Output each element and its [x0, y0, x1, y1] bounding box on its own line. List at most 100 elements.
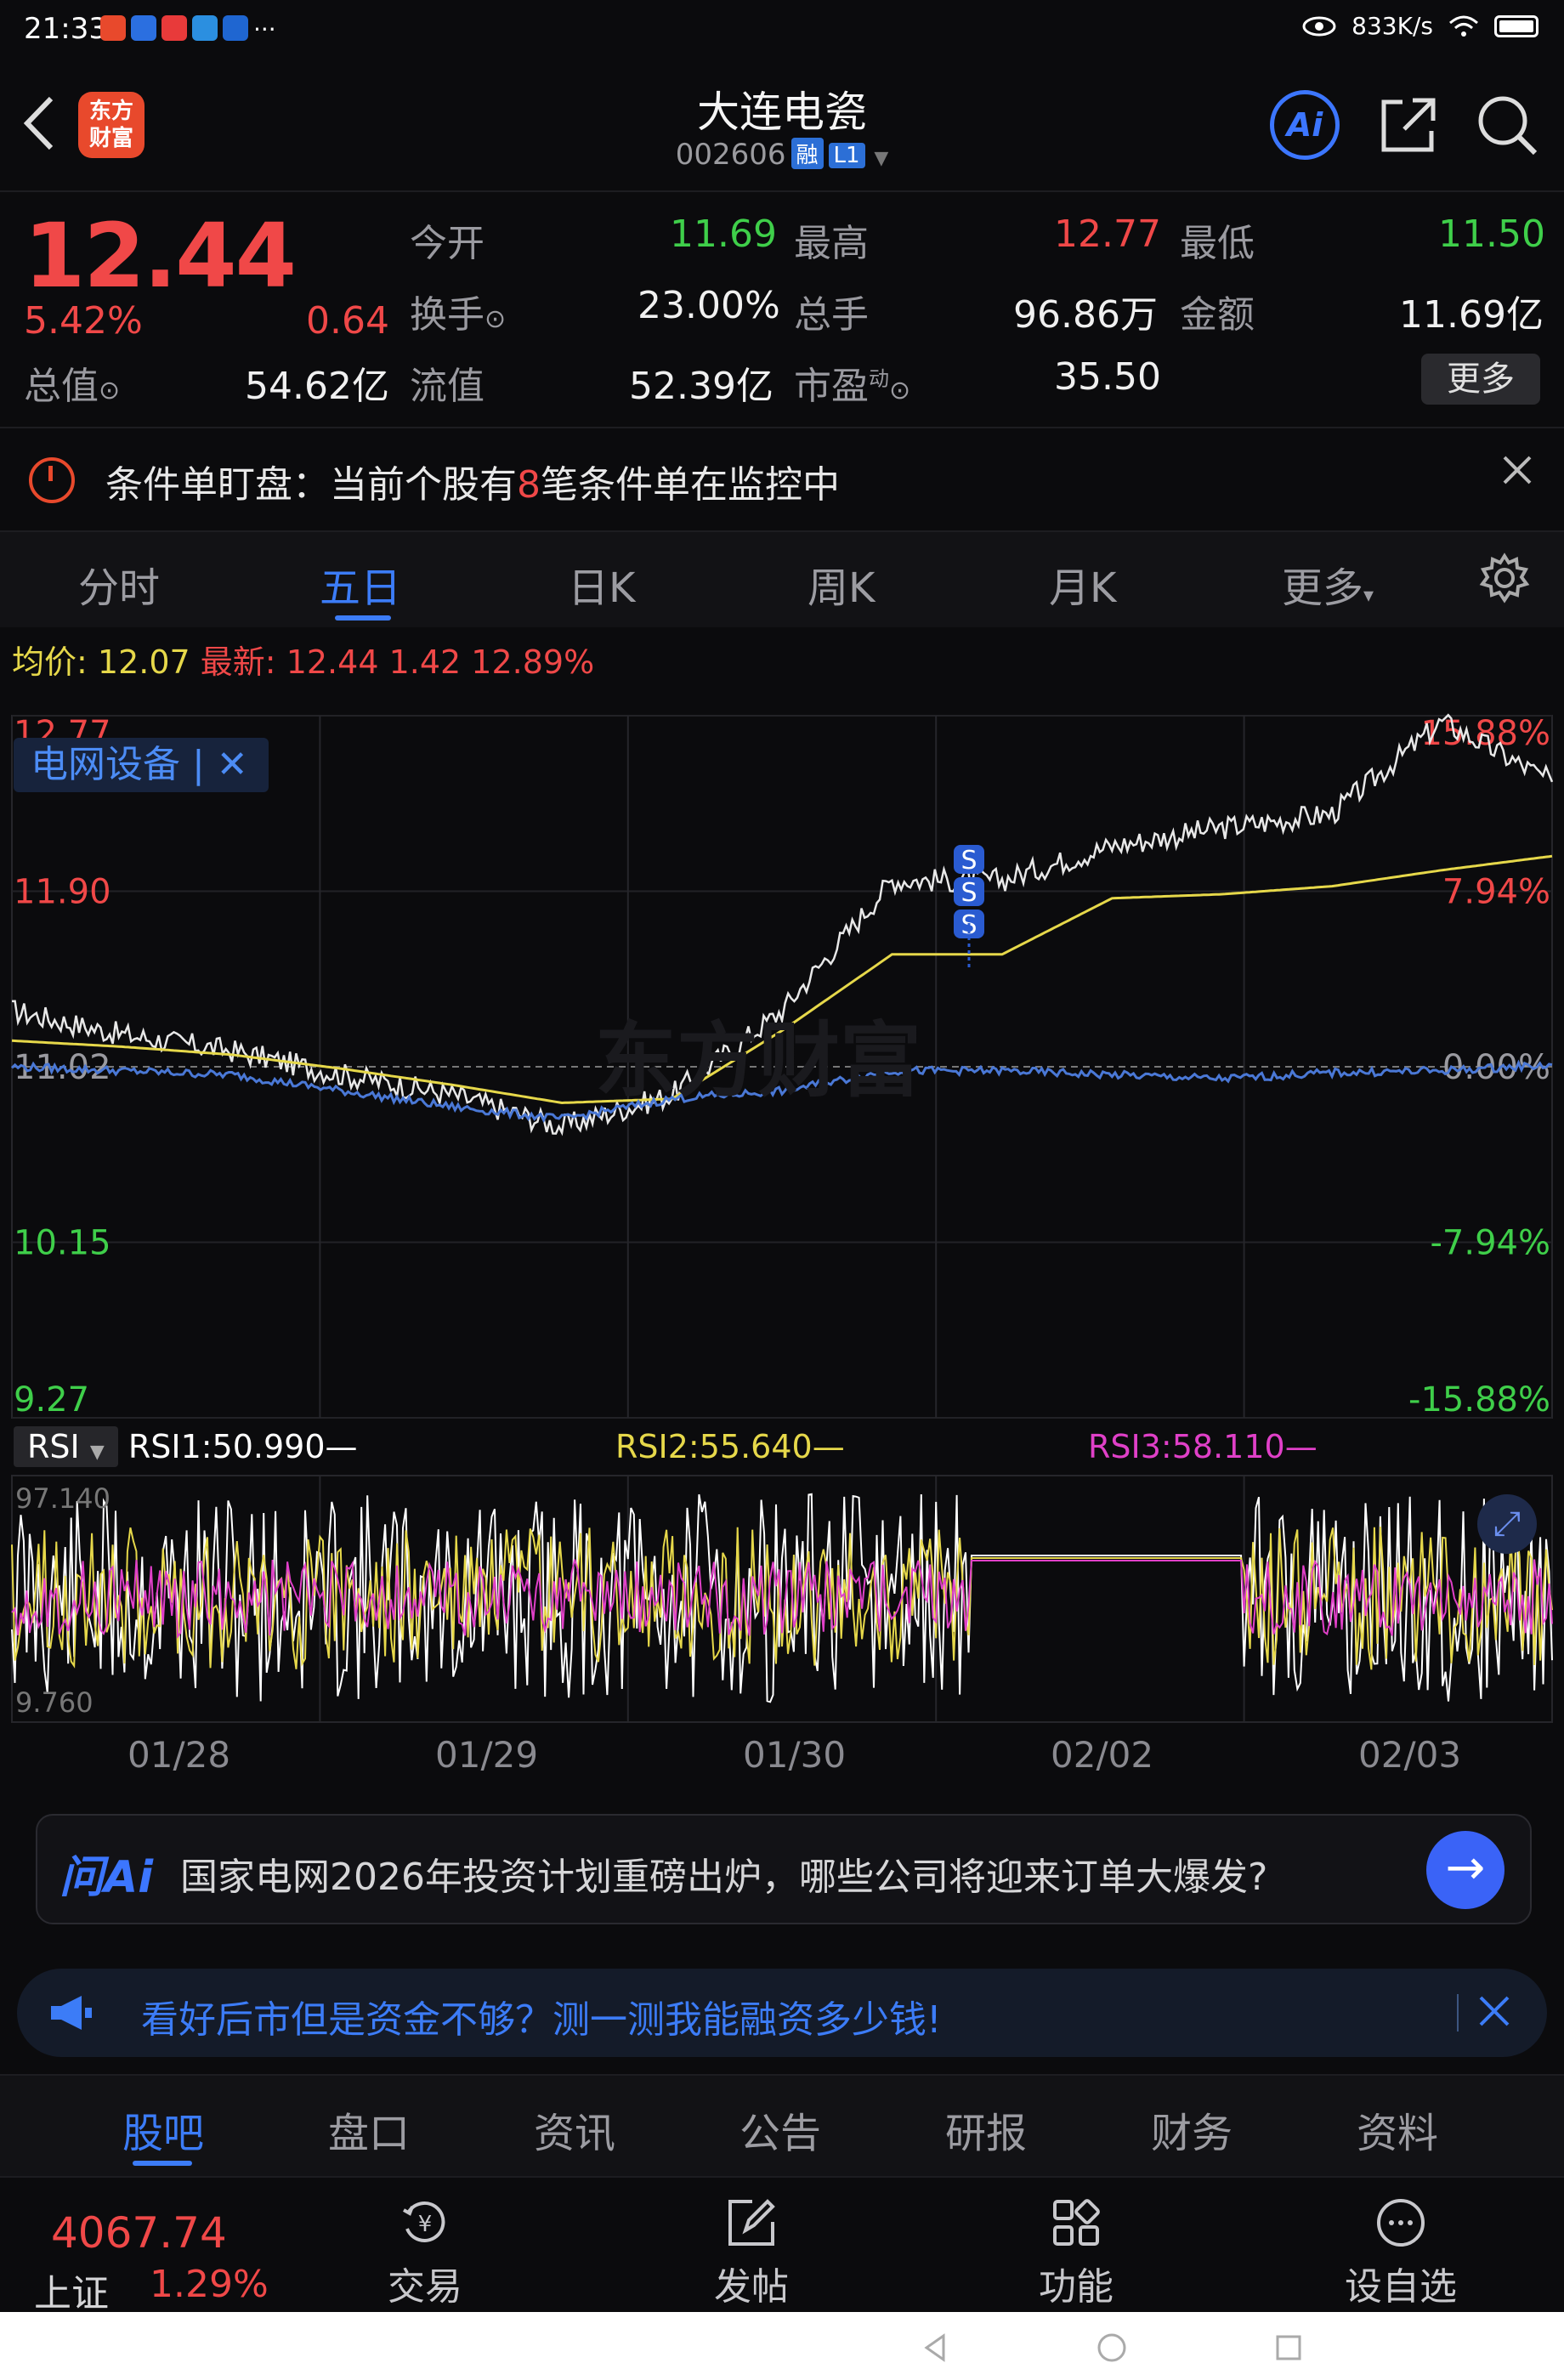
alert-text-before: 条件单盯盘：当前个股有 — [105, 463, 517, 507]
bottom-nav: 4067.74 上证 1.29% ¥ 交易 发帖 功能 设自选 — [0, 2176, 1564, 2315]
latest-value: 12.44 — [286, 643, 379, 681]
index-ticker[interactable]: 4067.74 上证 1.29% — [0, 2178, 269, 2315]
nav-add-watchlist[interactable]: 设自选 — [1316, 2195, 1486, 2310]
search-button[interactable] — [1472, 90, 1542, 160]
condition-order-banner[interactable]: 条件单盯盘：当前个股有8笔条件单在监控中 — [0, 428, 1564, 532]
pe-label[interactable]: 市盈动⊙ — [794, 355, 910, 410]
tab-monthly-k[interactable]: 月K — [1049, 554, 1116, 614]
float-value: 52.39亿 — [629, 365, 774, 408]
y-tick-label-right: 7.94% — [1442, 873, 1550, 912]
active-tab-indicator — [133, 2161, 192, 2166]
low-value: 11.50 — [1438, 212, 1545, 256]
chart-summary: 均价: 12.07 最新: 12.44 1.42 12.89% — [12, 636, 594, 683]
total-value-label[interactable]: 总值⊙ — [24, 355, 120, 410]
low-label: 最低 — [1180, 222, 1255, 265]
y-tick-label: 11.90 — [14, 873, 111, 912]
sector-tag[interactable]: 电网设备 | ✕ — [14, 738, 269, 792]
grid-icon — [1053, 2199, 1100, 2246]
turnover-label[interactable]: 换手⊙ — [410, 284, 506, 338]
latest-pct: 12.89% — [471, 643, 595, 681]
tab-financials[interactable]: 财务 — [1151, 2100, 1232, 2159]
rsi-min-label: 9.760 — [15, 1686, 94, 1719]
nav-features-label: 功能 — [1039, 2265, 1114, 2309]
fullscreen-button[interactable]: ⤢ — [1477, 1494, 1537, 1554]
ask-ai-card[interactable]: 问Ai 国家电网2026年投资计划重磅出炉，哪些公司将迎来订单大爆发? → — [36, 1814, 1532, 1924]
edit-icon — [728, 2199, 775, 2246]
tab-profile[interactable]: 资料 — [1357, 2100, 1438, 2159]
share-icon — [1381, 98, 1436, 152]
rsi1-text: RSI1:50.990 — [128, 1428, 326, 1465]
tab-orderbook[interactable]: 盘口 — [328, 2100, 410, 2159]
home-circle-icon[interactable] — [1095, 2331, 1129, 2365]
status-right: 833K/s — [1302, 12, 1538, 40]
chart-tabs: 分时 五日 日K 周K 月K 更多▾ — [0, 532, 1564, 627]
tab-five-day[interactable]: 五日 — [320, 554, 401, 614]
pe-superscript: 动 — [869, 366, 889, 391]
more-quote-button[interactable]: 更多 — [1421, 354, 1540, 405]
info-icon: ⊙ — [99, 376, 121, 405]
tab-more[interactable]: 更多▾ — [1282, 554, 1374, 614]
avg-value: 12.07 — [97, 643, 190, 681]
index-value: 4067.74 — [51, 2208, 227, 2258]
clock: 21:33 — [24, 12, 107, 46]
close-alert-button[interactable] — [1499, 450, 1535, 498]
turnover-value: 23.00% — [638, 284, 780, 327]
financing-promo-banner[interactable]: 看好后市但是资金不够？测一测我能融资多少钱! — [17, 1969, 1547, 2057]
high-value: 12.77 — [1054, 212, 1161, 256]
amount-label: 金额 — [1180, 293, 1255, 337]
tab-weekly-k[interactable]: 周K — [808, 554, 875, 614]
rsi-selector-label: RSI — [27, 1428, 80, 1465]
tab-news[interactable]: 资讯 — [534, 2100, 615, 2159]
rsi-chart-area — [11, 1475, 1553, 1723]
app-notification-icon — [192, 15, 218, 41]
nav-trade[interactable]: ¥ 交易 — [340, 2195, 510, 2310]
tab-announcements[interactable]: 公告 — [740, 2100, 821, 2159]
status-bar: 21:33 ··· 833K/s — [0, 0, 1564, 60]
tab-forum[interactable]: 股吧 — [122, 2100, 204, 2159]
five-day-chart[interactable]: 均价: 12.07 最新: 12.44 1.42 12.89% 12.77 15.… — [0, 629, 1564, 1785]
back-triangle-icon[interactable] — [918, 2331, 952, 2365]
active-tab-indicator — [335, 615, 391, 620]
tab-intraday[interactable]: 分时 — [78, 554, 160, 614]
close-icon — [1503, 456, 1532, 484]
quote-panel: 12.44 5.42% 0.64 今开 11.69 最高 12.77 最低 11… — [0, 192, 1564, 428]
avg-label: 均价: — [12, 643, 88, 681]
alert-text-after: 笔条件单在监控中 — [541, 463, 840, 507]
info-icon: ⊙ — [889, 376, 911, 405]
margin-badge: 融 — [790, 138, 824, 169]
svg-text:¥: ¥ — [418, 2212, 433, 2237]
turnover-label-text: 换手 — [410, 293, 484, 337]
volume-value: 96.86万 — [1013, 293, 1158, 337]
close-promo-button[interactable] — [1476, 1992, 1513, 2033]
nav-post[interactable]: 发帖 — [666, 2195, 836, 2310]
arrow-right-icon: → — [1445, 1840, 1486, 1896]
change-percent: 5.42% — [24, 299, 143, 343]
open-value: 11.69 — [670, 212, 777, 256]
rsi-selector[interactable]: RSI ▼ — [14, 1426, 118, 1467]
add-watchlist-icon — [1377, 2199, 1425, 2247]
share-button[interactable] — [1374, 90, 1443, 160]
ask-ai-question: 国家电网2026年投资计划重磅出炉，哪些公司将迎来订单大爆发? — [180, 1856, 1268, 1899]
nav-features[interactable]: 功能 — [991, 2195, 1161, 2310]
recents-square-icon[interactable] — [1272, 2331, 1306, 2365]
index-change-pct: 1.29% — [150, 2263, 269, 2306]
ask-ai-go-button[interactable]: → — [1426, 1831, 1504, 1909]
total-value-label-text: 总值 — [24, 365, 99, 408]
close-icon[interactable]: ✕ — [217, 743, 248, 786]
ai-button[interactable]: Ai — [1270, 90, 1340, 160]
network-speed: 833K/s — [1352, 12, 1433, 40]
latest-change: 1.42 — [388, 643, 462, 681]
gear-icon — [1479, 552, 1530, 604]
app-notification-icon — [223, 15, 248, 41]
level-badge: L1 — [828, 143, 865, 168]
nav-post-label: 发帖 — [714, 2265, 789, 2309]
latest-label: 最新: — [200, 643, 276, 681]
info-tabs: 股吧 盘口 资讯 公告 研报 财务 资料 — [0, 2074, 1564, 2176]
y-tick-label-right: -7.94% — [1430, 1224, 1550, 1263]
tab-research[interactable]: 研报 — [945, 2100, 1027, 2159]
eye-icon — [1302, 16, 1336, 36]
more-notifications: ··· — [253, 15, 276, 43]
chart-settings-button[interactable] — [1479, 552, 1530, 607]
app-notification-icon — [100, 15, 126, 41]
tab-daily-k[interactable]: 日K — [568, 554, 635, 614]
